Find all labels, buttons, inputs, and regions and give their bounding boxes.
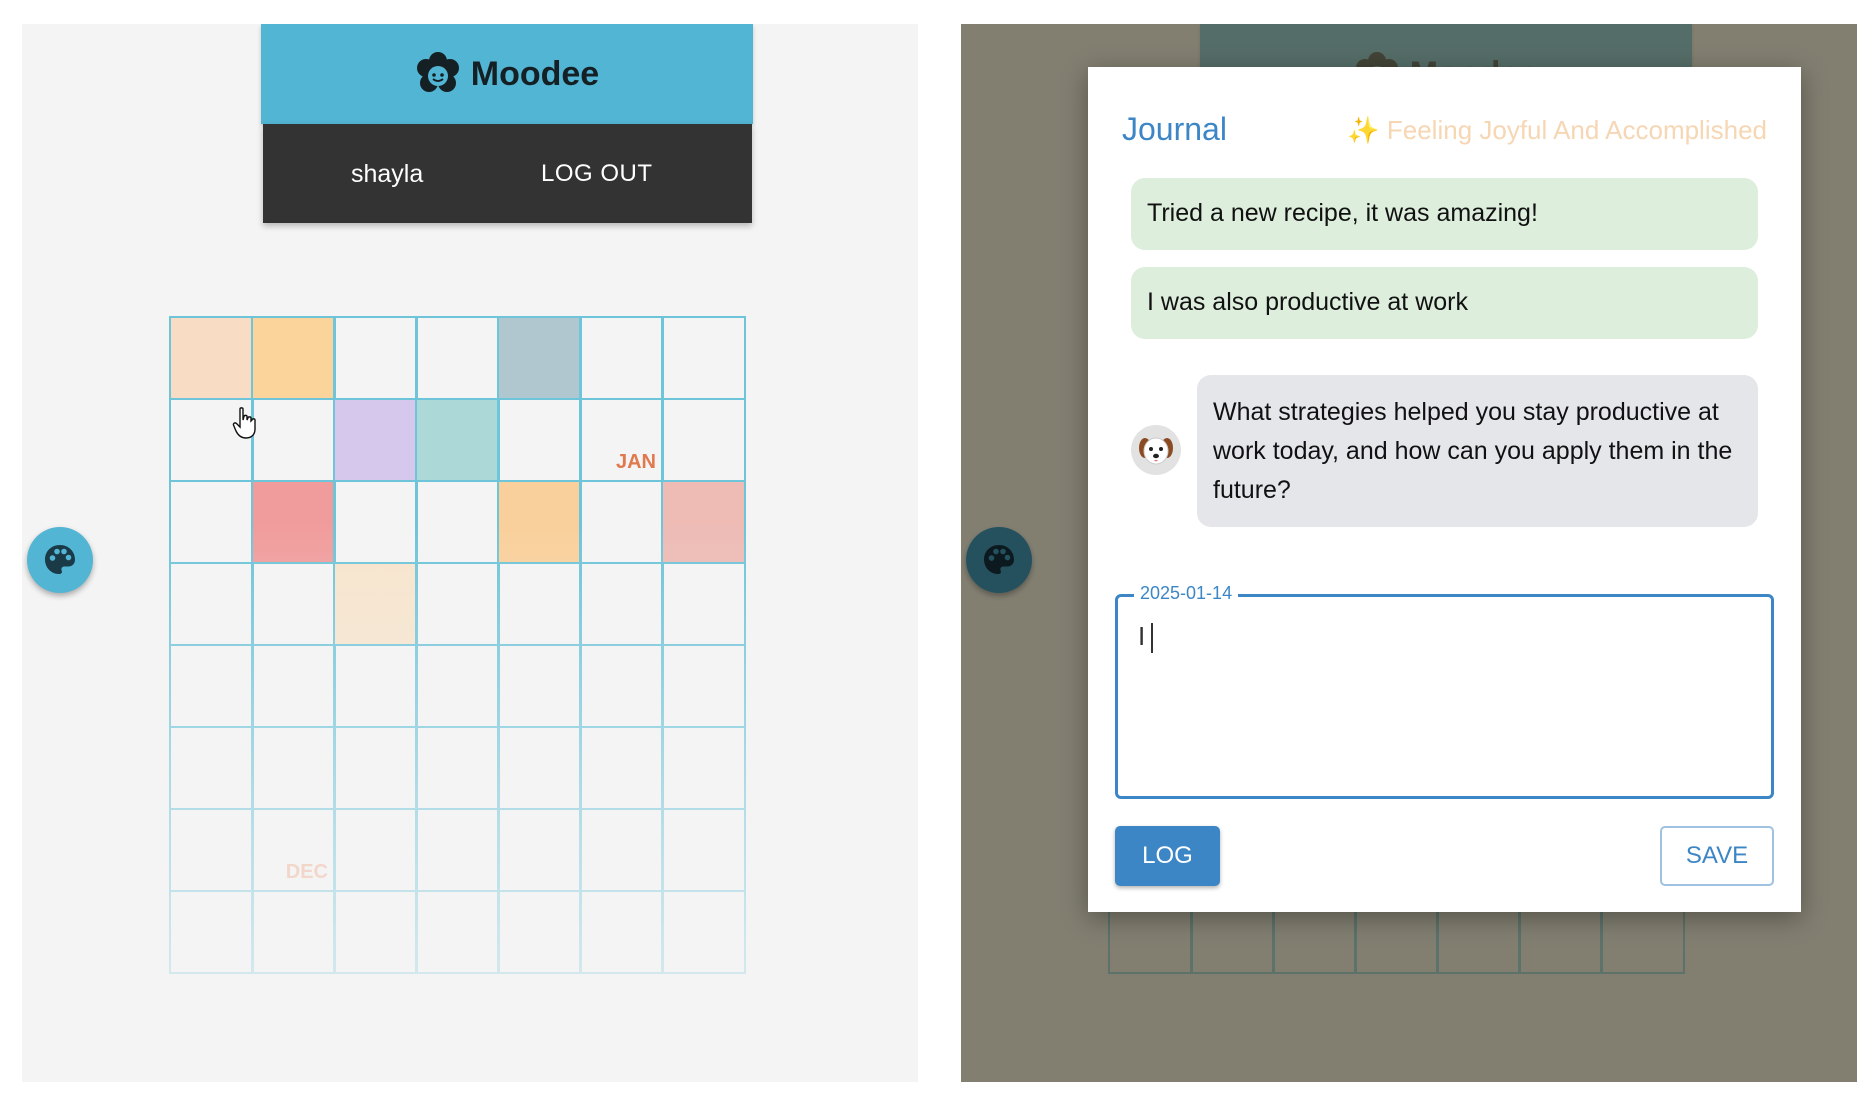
user-bar: shayla LOG OUT bbox=[263, 124, 752, 223]
day-cell[interactable] bbox=[579, 562, 664, 646]
day-cell[interactable] bbox=[661, 562, 746, 646]
journal-entry: Tried a new recipe, it was amazing! bbox=[1131, 178, 1758, 250]
mood-calendar: JAN DEC bbox=[169, 316, 849, 1082]
journal-input-value[interactable]: I bbox=[1138, 621, 1154, 654]
day-cell[interactable] bbox=[333, 726, 418, 810]
day-cell[interactable] bbox=[415, 890, 500, 974]
month-label: DEC bbox=[285, 861, 328, 883]
day-cell[interactable] bbox=[415, 398, 500, 482]
day-cell[interactable] bbox=[579, 808, 664, 892]
ai-question-bubble: What strategies helped you stay producti… bbox=[1197, 375, 1758, 527]
day-cell[interactable] bbox=[333, 890, 418, 974]
day-cell[interactable] bbox=[497, 480, 582, 564]
day-cell[interactable] bbox=[333, 562, 418, 646]
app-title: Moodee bbox=[470, 54, 600, 93]
day-cell[interactable] bbox=[661, 480, 746, 564]
day-cell[interactable] bbox=[169, 808, 254, 892]
day-cell[interactable] bbox=[497, 726, 582, 810]
day-cell[interactable] bbox=[333, 480, 418, 564]
mood-grid: JAN DEC bbox=[169, 316, 849, 1082]
day-cell[interactable] bbox=[661, 398, 746, 482]
day-cell[interactable] bbox=[333, 644, 418, 728]
journal-modal: Journal ✨ Feeling Joyful And Accomplishe… bbox=[1088, 67, 1801, 912]
log-button[interactable]: LOG bbox=[1115, 826, 1220, 886]
date-field-label: 2025-01-14 bbox=[1134, 583, 1239, 604]
journal-textarea[interactable]: 2025-01-14 I bbox=[1115, 583, 1774, 799]
palette-button[interactable] bbox=[27, 527, 93, 593]
day-cell[interactable] bbox=[415, 480, 500, 564]
palette-icon bbox=[45, 545, 75, 574]
day-cell[interactable] bbox=[169, 644, 254, 728]
app-header: Moodee bbox=[261, 24, 753, 124]
day-cell[interactable] bbox=[497, 890, 582, 974]
day-cell[interactable] bbox=[415, 316, 500, 400]
day-cell[interactable] bbox=[169, 480, 254, 564]
day-cell[interactable] bbox=[251, 644, 336, 728]
day-cell[interactable] bbox=[497, 398, 582, 482]
day-cell[interactable] bbox=[169, 890, 254, 974]
day-cell[interactable] bbox=[333, 398, 418, 482]
day-cell[interactable] bbox=[251, 316, 336, 400]
save-button[interactable]: SAVE bbox=[1660, 826, 1774, 886]
day-cell[interactable] bbox=[251, 890, 336, 974]
day-cell[interactable] bbox=[415, 644, 500, 728]
calendar-screen: Moodee shayla LOG OUT JAN DEC bbox=[22, 24, 918, 1082]
journal-entry: I was also productive at work bbox=[1131, 267, 1758, 339]
flower-face-icon bbox=[416, 52, 459, 92]
day-cell[interactable]: DEC bbox=[251, 808, 336, 892]
day-cell[interactable] bbox=[497, 316, 582, 400]
day-cell[interactable]: JAN bbox=[579, 398, 664, 482]
day-cell[interactable] bbox=[661, 316, 746, 400]
day-cell[interactable] bbox=[661, 726, 746, 810]
day-cell[interactable] bbox=[497, 644, 582, 728]
day-cell[interactable] bbox=[333, 316, 418, 400]
day-cell[interactable] bbox=[169, 316, 254, 400]
day-cell[interactable] bbox=[415, 808, 500, 892]
day-cell[interactable] bbox=[251, 480, 336, 564]
logout-button[interactable]: LOG OUT bbox=[541, 160, 653, 188]
day-cell[interactable] bbox=[251, 398, 336, 482]
day-cell[interactable] bbox=[169, 726, 254, 810]
modal-title: Journal bbox=[1122, 111, 1227, 147]
mood-label: ✨ Feeling Joyful And Accomplished bbox=[1347, 115, 1767, 145]
palette-icon bbox=[984, 545, 1014, 574]
text-caret bbox=[1151, 623, 1154, 654]
username[interactable]: shayla bbox=[351, 160, 423, 189]
day-cell[interactable] bbox=[579, 726, 664, 810]
day-cell[interactable] bbox=[169, 562, 254, 646]
typed-text: I bbox=[1138, 621, 1146, 651]
day-cell[interactable] bbox=[497, 562, 582, 646]
day-cell[interactable] bbox=[579, 316, 664, 400]
day-cell[interactable] bbox=[415, 562, 500, 646]
dog-face-icon-graphic bbox=[1139, 437, 1173, 465]
day-cell[interactable] bbox=[251, 562, 336, 646]
palette-button[interactable] bbox=[966, 527, 1032, 593]
day-cell[interactable] bbox=[497, 808, 582, 892]
journal-screen: Moodee JANDEC Journal ✨ Feeling Joyful A… bbox=[961, 24, 1857, 1082]
month-label: JAN bbox=[615, 451, 656, 473]
day-cell[interactable] bbox=[579, 644, 664, 728]
day-cell[interactable] bbox=[579, 480, 664, 564]
day-cell[interactable] bbox=[333, 808, 418, 892]
day-cell[interactable] bbox=[661, 890, 746, 974]
day-cell[interactable] bbox=[251, 726, 336, 810]
day-cell[interactable] bbox=[415, 726, 500, 810]
day-cell[interactable] bbox=[661, 644, 746, 728]
dog-face-icon bbox=[1131, 425, 1181, 475]
hand-pointer-icon bbox=[232, 407, 256, 439]
day-cell[interactable] bbox=[579, 890, 664, 974]
day-cell[interactable] bbox=[661, 808, 746, 892]
